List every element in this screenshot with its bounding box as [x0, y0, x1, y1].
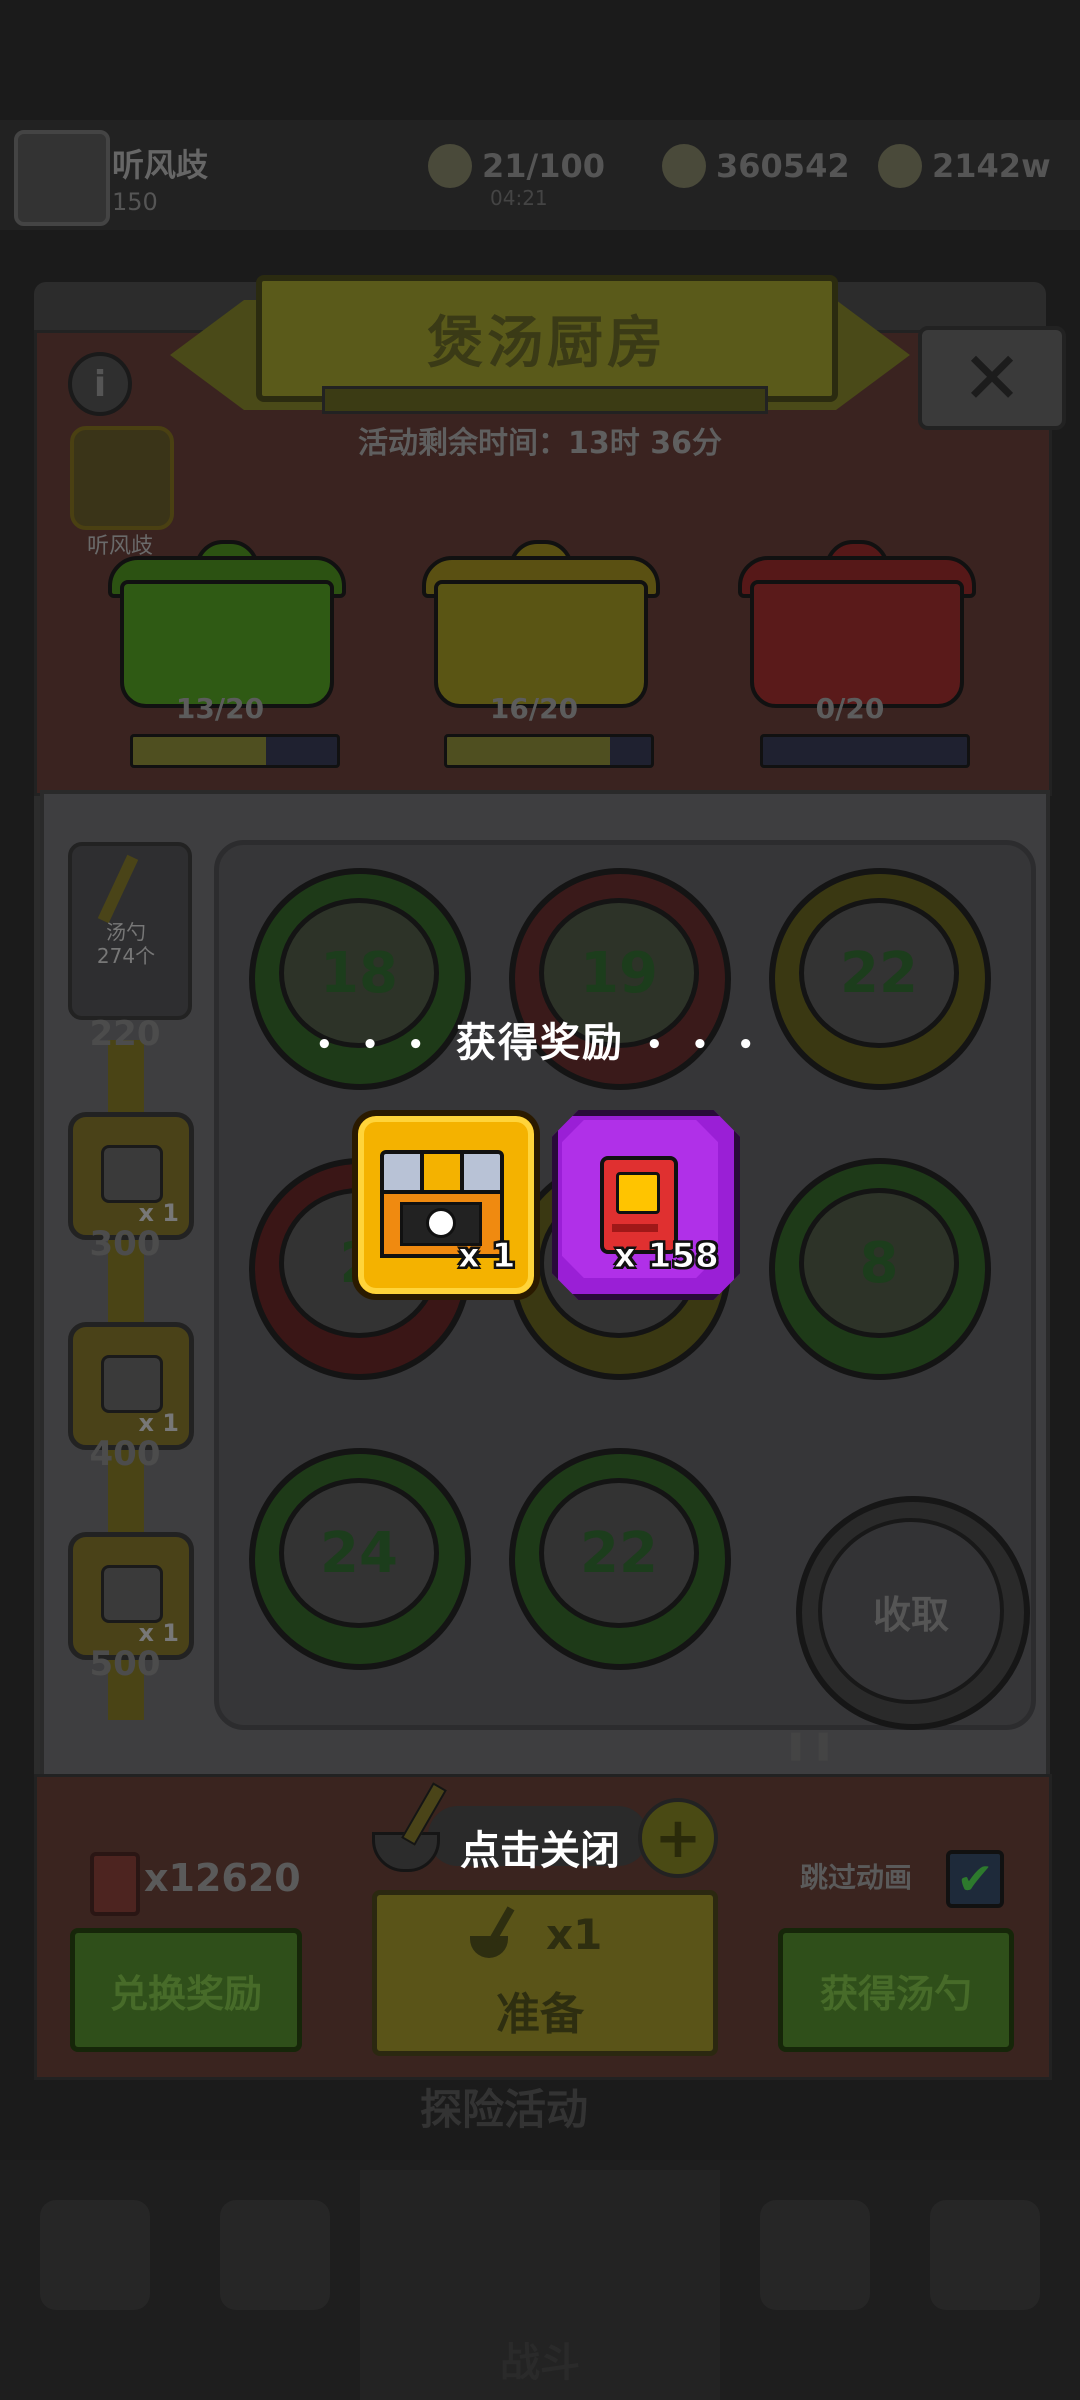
card-reward-qty: x 158 [614, 1236, 720, 1277]
soup-pot[interactable] [434, 580, 648, 708]
pot-progress-fill [133, 737, 266, 765]
reward-dots-left: • • • [316, 1030, 434, 1060]
pot-progress-bar [444, 734, 654, 768]
event-timer: 活动剩余时间：13时 36分 [300, 418, 780, 462]
nav-shop-icon[interactable] [40, 2200, 150, 2310]
coins-value: 360542 [716, 147, 850, 185]
pause-icon[interactable]: ❚❚ [784, 1728, 839, 1761]
soup-pot[interactable] [120, 580, 334, 708]
nav-bag-icon[interactable] [220, 2200, 330, 2310]
pot-count: 13/20 [175, 692, 265, 725]
pot-count: 0/20 [815, 692, 885, 725]
prepare-cost: x1 [546, 1910, 603, 1959]
reward-title-row: • • • 获得奖励 • • • [0, 1010, 1080, 1068]
get-spoon-button[interactable]: 获得汤勺 [778, 1928, 1014, 2052]
pot-progress-bar [130, 734, 340, 768]
timer-value: 13时 36分 [568, 426, 722, 461]
soup-cell-label: 22 [539, 1478, 699, 1628]
ladle-icon [97, 854, 139, 924]
capsule-icon [101, 1145, 163, 1203]
prepare-label: 准备 [496, 1989, 584, 2040]
milestone-qty: x 1 [138, 1199, 179, 1227]
prepare-spoon-icon [470, 1906, 520, 1962]
timer-label: 活动剩余时间： [358, 426, 569, 461]
nav-battle-label: 战斗 [500, 2340, 580, 2386]
nav-settings-icon[interactable] [930, 2200, 1040, 2310]
stamina-timer: 04:21 [490, 186, 548, 210]
milestone-reward-slot[interactable]: x 1 [68, 1322, 194, 1450]
ladle-label: 汤勺 [106, 920, 146, 944]
info-button[interactable]: i [68, 352, 132, 416]
pot-progress-bar [760, 734, 970, 768]
milestone-reward-slot[interactable]: x 1 [68, 1532, 194, 1660]
reward-title: 获得奖励 [456, 1020, 624, 1066]
player-name: 听风歧 [112, 146, 209, 184]
reward-dots-right: • • • [646, 1030, 764, 1060]
info-icon: i [93, 363, 107, 405]
stamina-icon [428, 144, 472, 188]
coin-icon [662, 144, 706, 188]
gems-stat[interactable]: 2142w [878, 140, 1051, 192]
pot-progress-fill [447, 737, 611, 765]
ladle-text: 汤勺 274个 [68, 920, 184, 968]
milestone-reward-slot[interactable]: x 1 [68, 1112, 194, 1240]
milestone-qty: x 1 [138, 1619, 179, 1647]
milestone-value: 400 [89, 1434, 161, 1474]
gem-icon [878, 144, 922, 188]
title-underline [322, 386, 768, 414]
stamina-stat[interactable]: 21/100 [428, 140, 605, 192]
gold-chest-icon [101, 1565, 163, 1623]
event-title: 煲汤厨房 [256, 275, 838, 402]
close-icon: ✕ [961, 336, 1023, 420]
ladle-count: 274个 [96, 944, 156, 968]
player-level: 150 [112, 188, 158, 216]
gems-value: 2142w [932, 147, 1051, 185]
coins-stat[interactable]: 360542 [662, 140, 850, 192]
stamina-value: 21/100 [482, 147, 606, 185]
player-portrait[interactable] [70, 426, 174, 530]
event-banner-label: 探险活动 [420, 2085, 589, 2134]
pot-count: 16/20 [489, 692, 579, 725]
nav-team-icon[interactable] [760, 2200, 870, 2310]
collect-button[interactable]: 收取 [818, 1518, 1004, 1704]
milestone-value: 300 [89, 1224, 161, 1264]
chest-reward-qty: x 1 [457, 1236, 516, 1277]
milestone-qty: x 1 [138, 1409, 179, 1437]
soup-cell-label: 24 [279, 1478, 439, 1628]
exchange-reward-button[interactable]: 兑换奖励 [70, 1928, 302, 2052]
close-button[interactable]: ✕ [918, 326, 1066, 430]
chest-icon [101, 1355, 163, 1413]
tap-to-close-hint[interactable]: 点击关闭 [0, 1818, 1080, 1876]
milestone-value: 500 [89, 1644, 161, 1684]
player-avatar[interactable] [14, 130, 110, 226]
soup-cell-label: 8 [799, 1188, 959, 1338]
soup-pot[interactable] [750, 580, 964, 708]
